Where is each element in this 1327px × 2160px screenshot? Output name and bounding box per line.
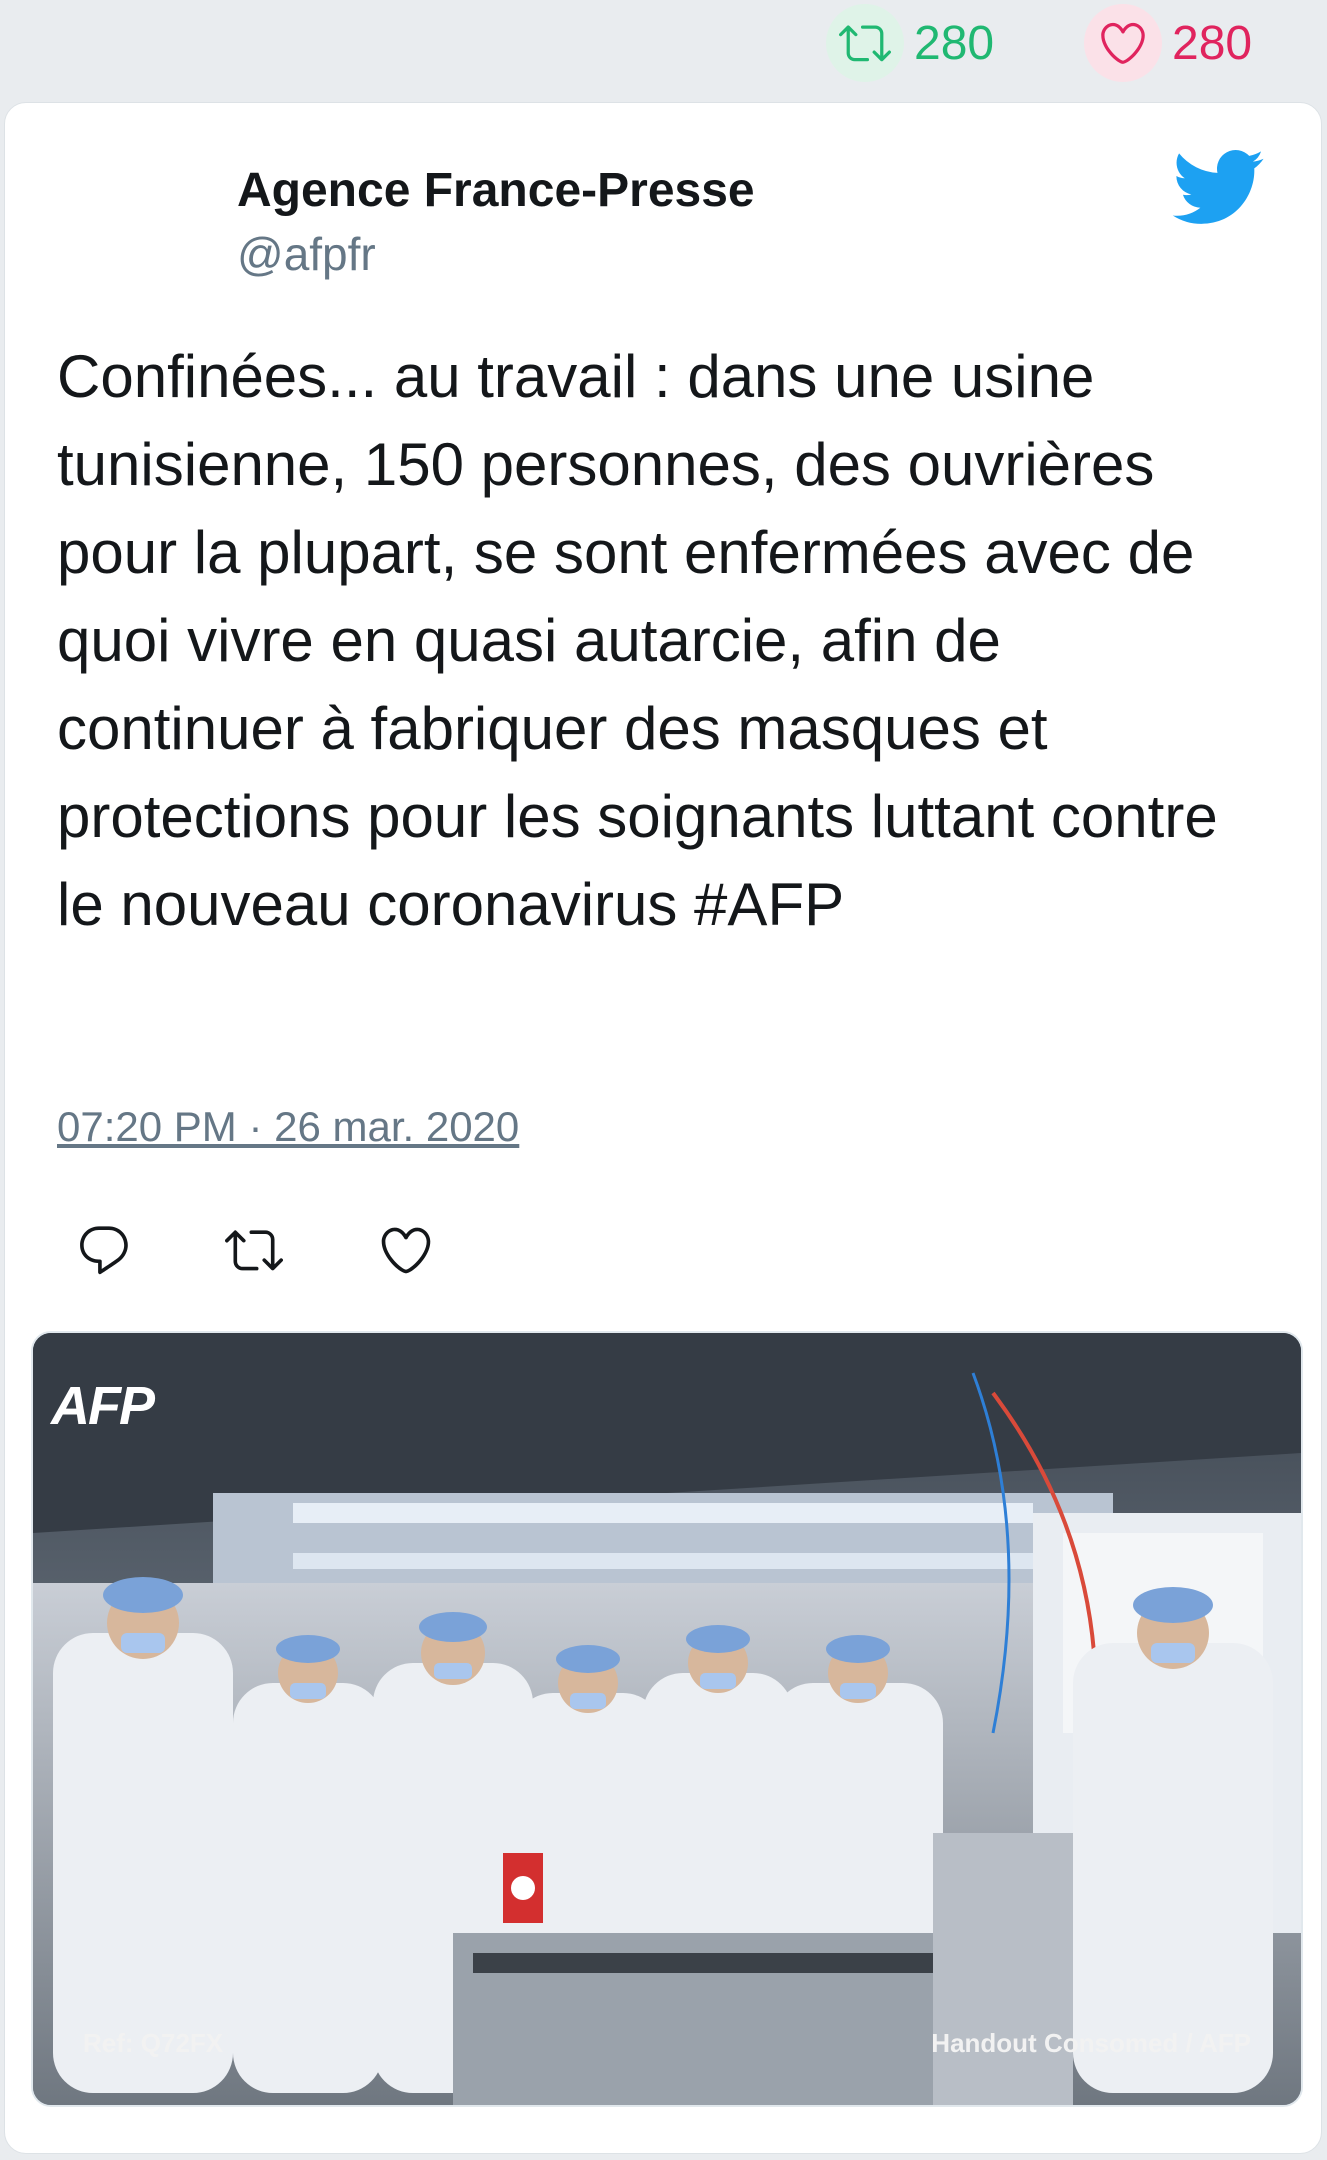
afp-watermark-logo: AFP [51, 1376, 155, 1436]
photo-reference: Ref: Q72FX [83, 2028, 224, 2058]
heart-icon[interactable] [1084, 4, 1162, 82]
like-stat[interactable]: 280 [1084, 4, 1252, 82]
retweet-action-icon[interactable] [225, 1221, 283, 1279]
retweet-icon[interactable] [826, 4, 904, 82]
author-name[interactable]: Agence France-Presse [237, 163, 755, 218]
photo-credit: Handout Consomed / AFP [931, 2028, 1251, 2058]
reply-icon[interactable] [75, 1221, 133, 1279]
like-action-icon[interactable] [377, 1221, 435, 1279]
tweet-photo[interactable]: AFP Ref: Q72FX Handout Consomed / AFP [31, 1331, 1303, 2107]
factory-photo-illustration [33, 1333, 1301, 2105]
retweet-count: 280 [914, 16, 995, 70]
engagement-bar: 280 280 [0, 0, 1327, 98]
tweet-text: Confinées... au travail : dans une usine… [57, 343, 1218, 938]
tweet-timestamp[interactable]: 07:20 PM · 26 mar. 2020 [57, 1103, 519, 1151]
like-count: 280 [1172, 16, 1253, 70]
author-handle[interactable]: @afpfr [237, 227, 376, 281]
twitter-bird-icon[interactable] [1169, 147, 1265, 227]
tweet-card: Agence France-Presse @afpfr Confinées...… [4, 102, 1322, 2154]
retweet-stat[interactable]: 280 [826, 4, 994, 82]
